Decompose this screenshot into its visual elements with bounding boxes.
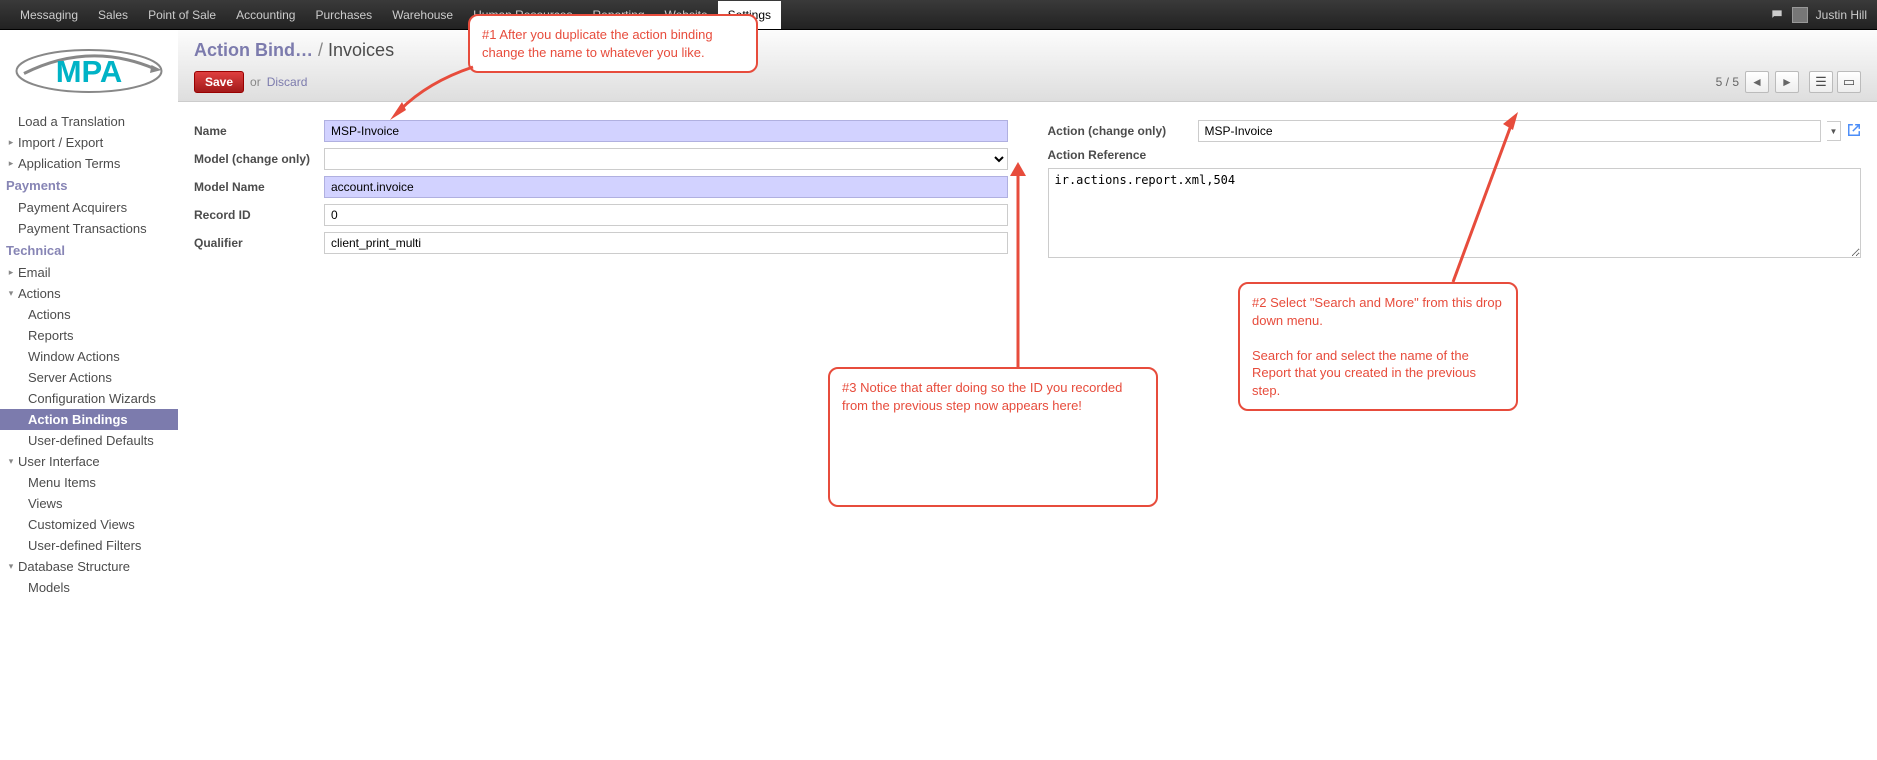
breadcrumb-parent[interactable]: Action Bind… [194, 40, 313, 60]
view-switcher: ☰ ▭ [1809, 71, 1861, 93]
topmenu-messaging[interactable]: Messaging [10, 1, 88, 29]
topmenu-sales[interactable]: Sales [88, 1, 138, 29]
sidebar-item-label: Payment Transactions [18, 221, 147, 236]
toolbar-or: or [250, 75, 261, 89]
sidebar-sub-menu-items[interactable]: Menu Items [0, 472, 178, 493]
sidebar-item-label: Actions [18, 286, 61, 301]
sidebar-item-payment-acquirers[interactable]: Payment Acquirers [0, 197, 178, 218]
sidebar-item-label: Load a Translation [18, 114, 125, 129]
sidebar-item-label: Database Structure [18, 559, 130, 574]
pager-text: 5 / 5 [1716, 75, 1739, 89]
topmenu-accounting[interactable]: Accounting [226, 1, 305, 29]
sidebar-sub-actions[interactable]: Actions [0, 304, 178, 325]
sidebar-sub-reports[interactable]: Reports [0, 325, 178, 346]
breadcrumb-current: Invoices [328, 40, 394, 60]
caret-icon: ▸ [6, 267, 16, 278]
header-bar: Action Bind… / Invoices Save or Discard … [178, 30, 1877, 102]
form-left-column: Name Model (change only) Model Name Reco… [194, 120, 1008, 261]
label-recordid: Record ID [194, 208, 324, 222]
label-qualifier: Qualifier [194, 236, 324, 250]
topmenu-purchases[interactable]: Purchases [305, 1, 382, 29]
caret-icon: ▾ [6, 288, 16, 299]
sidebar-item-application-terms[interactable]: ▸Application Terms [0, 153, 178, 174]
topmenu-warehouse[interactable]: Warehouse [382, 1, 463, 29]
pager: 5 / 5 ◄ ► [1716, 71, 1799, 93]
callout-2: #2 Select "Search and More" from this dr… [1238, 282, 1518, 411]
sidebar-item-label: User Interface [18, 454, 100, 469]
pager-next-button[interactable]: ► [1775, 71, 1799, 93]
discard-link[interactable]: Discard [267, 75, 308, 89]
chat-icon[interactable] [1770, 8, 1784, 22]
qualifier-input[interactable] [324, 232, 1008, 254]
callout-1: #1 After you duplicate the action bindin… [468, 14, 758, 73]
caret-icon: ▸ [6, 158, 16, 169]
sidebar-sub-models[interactable]: Models [0, 577, 178, 598]
logo: MPA [0, 36, 178, 111]
sidebar-item-user-interface[interactable]: ▾User Interface [0, 451, 178, 472]
name-input[interactable] [324, 120, 1008, 142]
sidebar-item-label: Email [18, 265, 51, 280]
label-modelname: Model Name [194, 180, 324, 194]
user-name: Justin Hill [1816, 8, 1867, 22]
sidebar-sub-action-bindings[interactable]: Action Bindings [0, 409, 178, 430]
sidebar-item-payment-transactions[interactable]: Payment Transactions [0, 218, 178, 239]
sidebar-item-actions[interactable]: ▾Actions [0, 283, 178, 304]
label-name: Name [194, 124, 324, 138]
pager-prev-button[interactable]: ◄ [1745, 71, 1769, 93]
external-link-icon[interactable] [1847, 123, 1861, 140]
action-combo-input[interactable] [1198, 120, 1822, 142]
sidebar-item-label: Payment Acquirers [18, 200, 127, 215]
model-select[interactable] [324, 148, 1008, 170]
caret-icon: ▾ [6, 561, 16, 572]
sidebar-item-label: Import / Export [18, 135, 103, 150]
sidebar-item-load-a-translation[interactable]: Load a Translation [0, 111, 178, 132]
actionref-textarea[interactable] [1048, 168, 1862, 258]
sidebar-sub-user-defined-filters[interactable]: User-defined Filters [0, 535, 178, 556]
sidebar-sub-user-defined-defaults[interactable]: User-defined Defaults [0, 430, 178, 451]
callout-3: #3 Notice that after doing so the ID you… [828, 367, 1158, 507]
sidebar-sub-server-actions[interactable]: Server Actions [0, 367, 178, 388]
sidebar-section-technical: Technical [0, 239, 178, 262]
svg-text:MPA: MPA [56, 54, 123, 89]
sidebar-section-payments: Payments [0, 174, 178, 197]
caret-icon: ▾ [6, 456, 16, 467]
sidebar-item-database-structure[interactable]: ▾Database Structure [0, 556, 178, 577]
caret-icon: ▸ [6, 137, 16, 148]
sidebar-sub-configuration-wizards[interactable]: Configuration Wizards [0, 388, 178, 409]
sidebar-sub-customized-views[interactable]: Customized Views [0, 514, 178, 535]
avatar[interactable] [1792, 7, 1808, 23]
sidebar-item-import-export[interactable]: ▸Import / Export [0, 132, 178, 153]
label-action: Action (change only) [1048, 124, 1198, 138]
topmenu-point-of-sale[interactable]: Point of Sale [138, 1, 226, 29]
label-actionref: Action Reference [1048, 148, 1198, 162]
sidebar-item-label: Application Terms [18, 156, 120, 171]
breadcrumb: Action Bind… / Invoices [194, 40, 1861, 61]
top-menubar: MessagingSalesPoint of SaleAccountingPur… [0, 0, 1877, 30]
modelname-input[interactable] [324, 176, 1008, 198]
user-area[interactable]: Justin Hill [1770, 7, 1867, 23]
sidebar-sub-window-actions[interactable]: Window Actions [0, 346, 178, 367]
form-right-column: Action (change only) ▼ Action Reference [1048, 120, 1862, 261]
sidebar: MPA Load a Translation▸Import / Export▸A… [0, 30, 178, 618]
sidebar-sub-views[interactable]: Views [0, 493, 178, 514]
main: Action Bind… / Invoices Save or Discard … [178, 30, 1877, 618]
form-sheet: Name Model (change only) Model Name Reco… [178, 102, 1877, 279]
sidebar-item-email[interactable]: ▸Email [0, 262, 178, 283]
form-view-button[interactable]: ▭ [1837, 71, 1861, 93]
list-view-button[interactable]: ☰ [1809, 71, 1833, 93]
save-button[interactable]: Save [194, 71, 244, 93]
label-model: Model (change only) [194, 152, 324, 166]
action-dropdown-button[interactable]: ▼ [1827, 121, 1841, 141]
recordid-input[interactable] [324, 204, 1008, 226]
